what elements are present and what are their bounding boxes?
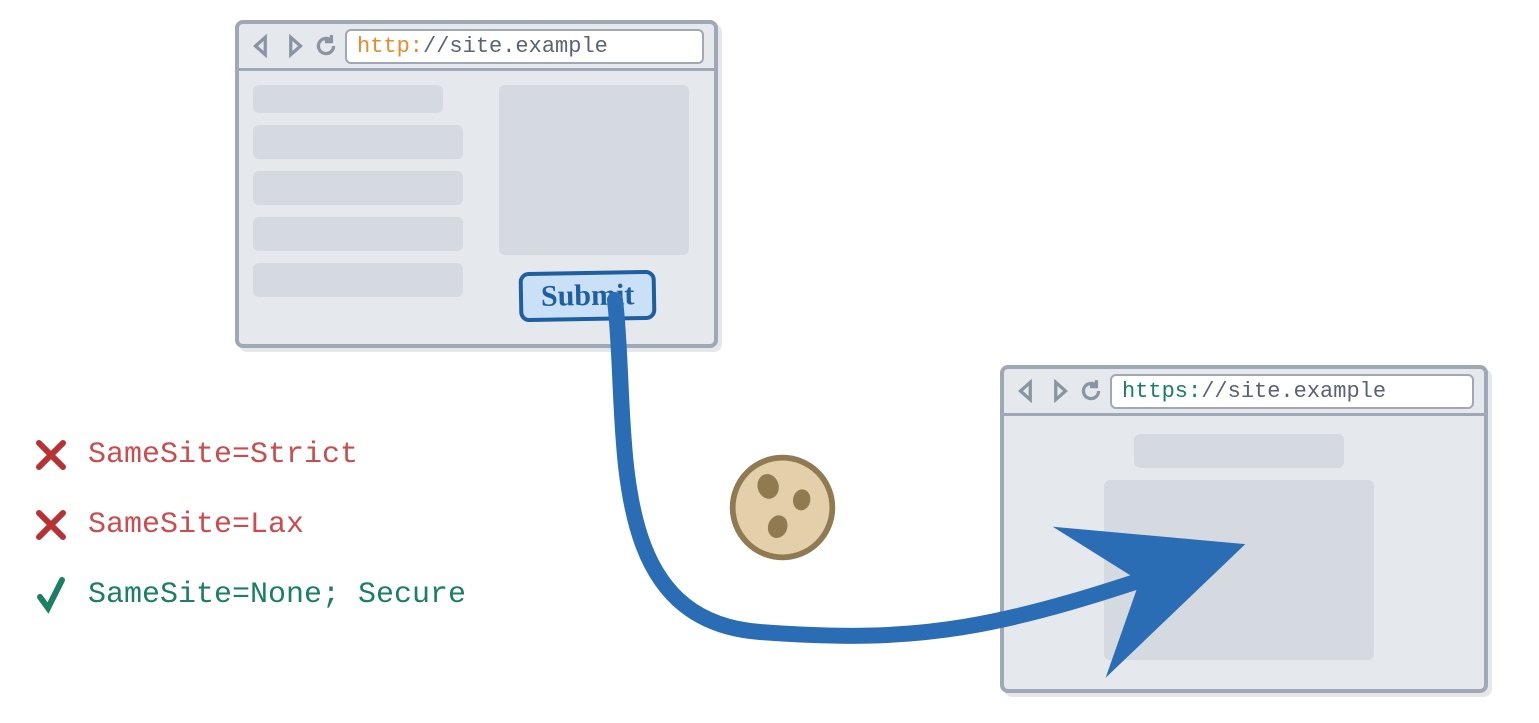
reload-icon — [313, 33, 339, 59]
cross-icon — [30, 508, 72, 542]
browser-window-target: https://site.example — [1000, 365, 1488, 693]
back-icon — [1014, 378, 1040, 404]
legend-row-strict: SameSite=Strict — [30, 430, 466, 480]
content-placeholder — [499, 85, 689, 255]
legend-row-none-secure: SameSite=None; Secure — [30, 570, 466, 620]
address-bar: http://site.example — [345, 29, 704, 64]
url-path: //site.example — [423, 34, 608, 59]
content-placeholder — [253, 125, 463, 159]
url-scheme: http: — [357, 34, 423, 59]
submit-button[interactable]: Submit — [519, 270, 657, 322]
browser-toolbar: https://site.example — [1004, 369, 1484, 416]
content-placeholder — [1134, 434, 1344, 468]
legend-label: SameSite=None; Secure — [88, 578, 466, 612]
back-icon — [249, 33, 275, 59]
check-icon — [30, 575, 72, 615]
legend-label: SameSite=Strict — [88, 438, 358, 472]
url-scheme: https: — [1122, 379, 1201, 404]
browser-window-source: http://site.example Submit — [235, 20, 718, 348]
reload-icon — [1078, 378, 1104, 404]
cross-icon — [30, 438, 72, 472]
page-content: Submit — [239, 71, 714, 347]
url-path: //site.example — [1201, 379, 1386, 404]
browser-toolbar: http://site.example — [239, 24, 714, 71]
cookie-icon — [725, 450, 840, 565]
legend-label: SameSite=Lax — [88, 508, 304, 542]
content-placeholder — [1104, 480, 1374, 660]
content-placeholder — [253, 171, 463, 205]
content-placeholder — [253, 85, 443, 113]
content-placeholder — [253, 263, 463, 297]
content-placeholder — [253, 217, 463, 251]
submit-button-label: Submit — [541, 278, 635, 313]
address-bar: https://site.example — [1110, 374, 1474, 409]
samesite-legend: SameSite=Strict SameSite=Lax SameSite=No… — [30, 430, 466, 640]
legend-row-lax: SameSite=Lax — [30, 500, 466, 550]
page-content — [1004, 416, 1484, 692]
forward-icon — [281, 33, 307, 59]
forward-icon — [1046, 378, 1072, 404]
